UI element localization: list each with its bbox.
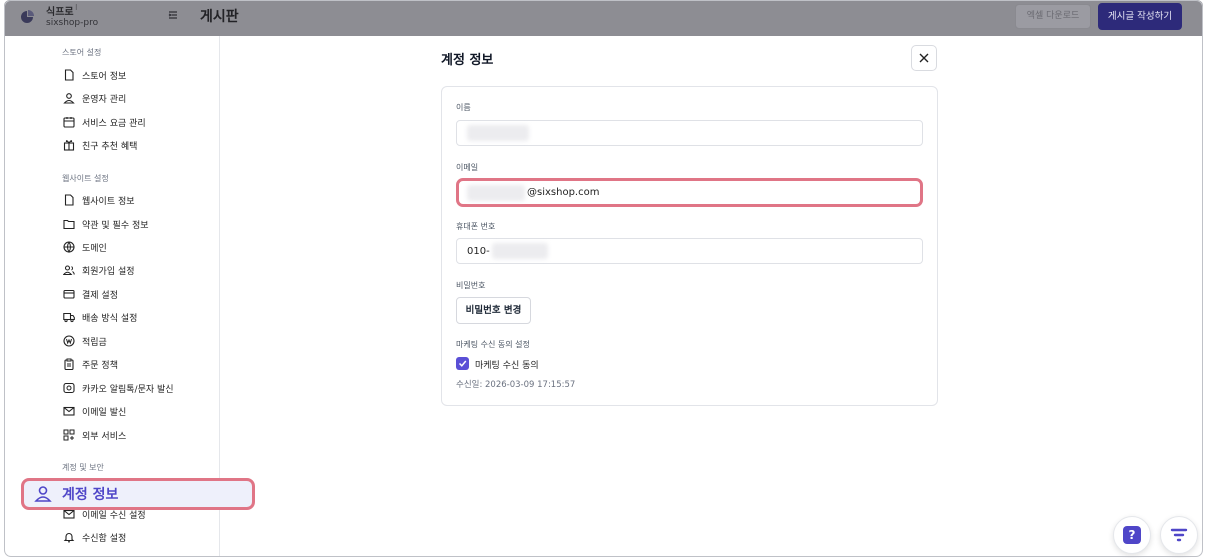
marketing-checkbox[interactable]: [456, 357, 469, 370]
sidebar-item-points[interactable]: 적립금: [62, 332, 107, 350]
sidebar-item-label: 친구 추천 혜택: [82, 141, 138, 152]
sidebar-item-label: 결제 설정: [82, 290, 118, 301]
redacted-value: [467, 184, 525, 201]
globe-icon: [62, 240, 76, 254]
sidebar-item-domain[interactable]: 도메인: [62, 238, 107, 256]
close-button[interactable]: [911, 45, 937, 71]
apps-icon: [62, 428, 76, 442]
phone-field[interactable]: 010-: [456, 238, 923, 264]
top-bar: 식프로 ⁝ sixshop-pro 게시판 엑셀 다운로드 게시글 작성하기: [4, 0, 1203, 36]
help-button[interactable]: ?: [1113, 516, 1151, 554]
sidebar-item-external[interactable]: 외부 서비스: [62, 426, 126, 444]
sidebar-item-billing[interactable]: 서비스 요금 관리: [62, 113, 146, 131]
clipboard-icon: [62, 357, 76, 371]
store-switch-icon[interactable]: ⁝: [75, 3, 78, 12]
calendar-icon: [62, 115, 76, 129]
sidebar-item-label: 약관 및 필수 정보: [82, 220, 149, 231]
sidebar-item-label: 배송 방식 설정: [82, 313, 138, 324]
gift-icon: [62, 138, 76, 152]
phone-label: 휴대폰 번호: [456, 222, 496, 231]
name-field[interactable]: [456, 120, 923, 146]
truck-icon: [62, 310, 76, 324]
email-label: 이메일: [456, 163, 479, 172]
store-name[interactable]: 식프로: [46, 3, 74, 18]
close-icon: [919, 53, 929, 63]
marketing-label: 마케팅 수신 동의 설정: [456, 340, 530, 349]
sidebar-item-label: 서비스 요금 관리: [82, 118, 146, 129]
sidebar-item-inbox[interactable]: 수신함 설정: [62, 528, 126, 546]
sidebar-item-referral[interactable]: 친구 추천 혜택: [62, 136, 137, 154]
sidebar-item-label: 외부 서비스: [82, 431, 127, 442]
store-id: sixshop-pro: [46, 18, 99, 28]
section-title-store: 스토어 설정: [62, 48, 102, 57]
bell-icon: [62, 530, 76, 544]
sidebar-item-order-policy[interactable]: 주문 정책: [62, 355, 118, 373]
document-icon: [62, 68, 76, 82]
sidebar-item-label: 운영자 관리: [82, 94, 127, 105]
collapse-sidebar-icon[interactable]: [164, 8, 182, 26]
document-icon: [62, 193, 76, 207]
sidebar-item-email-send[interactable]: 이메일 발신: [62, 402, 126, 420]
page-title: 게시판: [200, 9, 239, 25]
name-label: 이름: [456, 103, 471, 112]
redacted-value: [491, 243, 548, 259]
sidebar-item-label: 수신함 설정: [82, 533, 127, 544]
help-icon: ?: [1123, 526, 1141, 544]
panel-title: 계정 정보: [441, 53, 494, 68]
sidebar-item-store-info[interactable]: 스토어 정보: [62, 66, 126, 84]
sidebar-item-label: 회원가입 설정: [82, 266, 135, 277]
sidebar-item-payment[interactable]: 결제 설정: [62, 285, 118, 303]
sidebar-item-label: 카카오 알림톡/문자 발신: [82, 384, 174, 395]
user-icon: [34, 485, 52, 503]
sidebar-item-kakao[interactable]: 카카오 알림톡/문자 발신: [62, 379, 174, 397]
sidebar-item-account-info[interactable]: 계정 정보: [21, 478, 255, 510]
chat-icon: [62, 381, 76, 395]
menu-icon: [1170, 528, 1188, 542]
card-icon: [62, 287, 76, 301]
sidebar-item-label: 웹사이트 정보: [82, 196, 135, 207]
coin-icon: [62, 334, 76, 348]
write-post-button[interactable]: 게시글 작성하기: [1098, 3, 1182, 30]
marketing-checkbox-label[interactable]: 마케팅 수신 동의: [475, 358, 539, 371]
sidebar-item-label: 계정 정보: [62, 487, 119, 503]
sidebar-item-label: 이메일 발신: [82, 407, 127, 418]
store-logo-icon[interactable]: [20, 10, 34, 24]
mail-icon: [62, 404, 76, 418]
sidebar-item-website-info[interactable]: 웹사이트 정보: [62, 191, 135, 209]
password-label: 비밀번호: [456, 281, 486, 290]
users-icon: [62, 263, 76, 277]
folder-icon: [62, 217, 76, 231]
sidebar-item-label: 도메인: [82, 243, 107, 254]
phone-prefix: 010-: [467, 245, 490, 257]
sidebar-item-signup[interactable]: 회원가입 설정: [62, 261, 135, 279]
user-icon: [62, 91, 76, 105]
sidebar-item-label: 스토어 정보: [82, 71, 127, 82]
menu-button[interactable]: [1160, 516, 1198, 554]
email-field[interactable]: @sixshop.com: [456, 178, 923, 207]
excel-download-button[interactable]: 엑셀 다운로드: [1015, 4, 1091, 29]
sidebar-item-label: 주문 정책: [82, 360, 118, 371]
redacted-value: [467, 125, 529, 141]
sidebar-item-shipping[interactable]: 배송 방식 설정: [62, 308, 137, 326]
check-icon: [458, 360, 467, 367]
email-domain: @sixshop.com: [527, 187, 600, 198]
sidebar-item-operators[interactable]: 운영자 관리: [62, 89, 126, 107]
app-window: 식프로 ⁝ sixshop-pro 게시판 엑셀 다운로드 게시글 작성하기 스…: [0, 0, 1205, 558]
consent-date: 수신일: 2026-03-09 17:15:57: [456, 380, 576, 390]
change-password-button[interactable]: 비밀번호 변경: [456, 297, 531, 324]
sidebar-item-label: 적립금: [82, 337, 107, 348]
section-title-account: 계정 및 보안: [62, 463, 104, 472]
sidebar-item-terms[interactable]: 약관 및 필수 정보: [62, 215, 149, 233]
section-title-website: 웹사이트 설정: [62, 174, 109, 183]
